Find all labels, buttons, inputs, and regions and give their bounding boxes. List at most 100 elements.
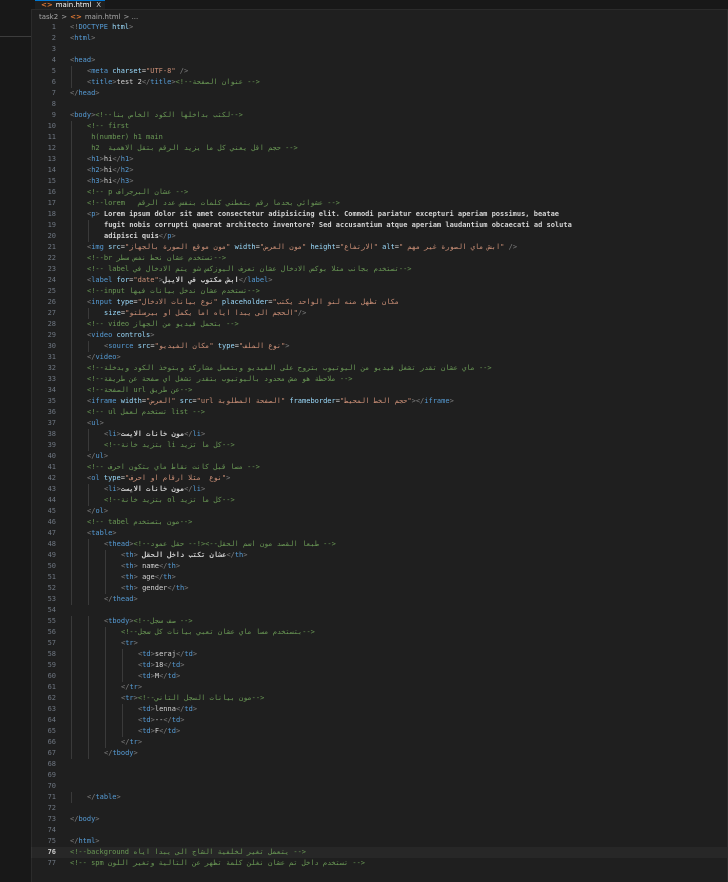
code-line[interactable]: 17 <!--lorem عشوائي بحدما رقم بتعطني كلما… <box>31 198 728 209</box>
code-line[interactable]: 68 <box>31 759 728 770</box>
code-line[interactable]: 51 <th> age</th> <box>31 572 728 583</box>
code-token: عشان تكتب داخل الحقل <box>137 551 227 559</box>
code-line[interactable]: 59 <td>18</td> <box>31 660 728 671</box>
code-line[interactable]: 18 <p> Lorem ipsum dolor sit amet consect… <box>31 209 728 220</box>
code-token: > <box>285 342 290 350</box>
code-line[interactable]: 74 <box>31 825 728 836</box>
code-line[interactable]: 10 <!-- first <box>31 121 728 132</box>
breadcrumb-file[interactable]: main.html <box>85 13 121 21</box>
line-number: 13 <box>47 155 56 163</box>
code-line[interactable]: 3 <box>31 44 728 55</box>
code-line[interactable]: 56 <!--بتستخدم مسا ماي عشان تعبي بيانات ك… <box>31 627 728 638</box>
code-token: "نوع الملف" <box>238 342 286 350</box>
tab-main-html[interactable]: <> main.html X <box>35 0 105 9</box>
code-line[interactable]: 43 <li>مون خانات الايست</li> <box>31 484 728 495</box>
code-line[interactable]: 16 <!-- p عشان البرجراف --> <box>31 187 728 198</box>
code-line[interactable]: 50 <th> name</th> <box>31 561 728 572</box>
code-line[interactable]: 48 <thead><!--طبعا القصد مون اسم الحقل-->… <box>31 539 728 550</box>
code-line[interactable]: 28 <!-- video بتحمل فيديو من الجهاز --> <box>31 319 728 330</box>
code-line[interactable]: 8 <box>31 99 728 110</box>
code-token: > <box>116 793 121 801</box>
code-line[interactable]: 63 <td>lenna</td> <box>31 704 728 715</box>
code-line[interactable]: 44 <!--بتزيد خانة ol كل ما تزيد--> <box>31 495 728 506</box>
code-line[interactable]: 47 <table> <box>31 528 728 539</box>
code-line[interactable]: 40 </ul> <box>31 451 728 462</box>
code-line[interactable]: 31 </video> <box>31 352 728 363</box>
code-text: <!-- p عشان البرجراف --> <box>87 187 188 198</box>
code-text: <!--background يتعمل تغير لخلفية الشاج ا… <box>70 847 306 858</box>
code-line[interactable]: 24 <label for="date">ابش مكتوب في الايبل<… <box>31 275 728 286</box>
code-line[interactable]: 15 <h3>hi</h3> <box>31 176 728 187</box>
code-line[interactable]: 58 <td>seraj</td> <box>31 649 728 660</box>
code-line[interactable]: 30 <source src="مكان الفيديو" type="نوع ا… <box>31 341 728 352</box>
line-number: 14 <box>47 166 56 174</box>
code-line[interactable]: 35 <iframe width="العرض" src="url الصفحة … <box>31 396 728 407</box>
code-line[interactable]: 67 </tbody> <box>31 748 728 759</box>
code-line[interactable]: 49 <th> عشان تكتب داخل الحقل</th> <box>31 550 728 561</box>
code-line[interactable]: 76 <!--background يتعمل تغير لخلفية الشاج… <box>31 847 728 858</box>
code-line[interactable]: 75 </html> <box>31 836 728 847</box>
code-line[interactable]: 38 <li>مون خانات الايست</li> <box>31 429 728 440</box>
code-token: td <box>171 661 181 669</box>
code-line[interactable]: 33 <!--ملاحظة هو مش محدود باليوتيوب بتقدر… <box>31 374 728 385</box>
line-number: 63 <box>47 705 56 713</box>
code-line[interactable]: 71 </table> <box>31 792 728 803</box>
code-line[interactable]: 11 h(number) h1 main <box>31 132 728 143</box>
code-line[interactable]: 54 <box>31 605 728 616</box>
code-line[interactable]: 14 <h2>hi</h2> <box>31 165 728 176</box>
code-line[interactable]: 61 </tr> <box>31 682 728 693</box>
code-line[interactable]: 34 <!--الصفحة url عن طريق--> <box>31 385 728 396</box>
code-token: type <box>103 474 121 482</box>
code-line[interactable]: 23 <!-- label تستخدم بجانب مثلا بوكس الاد… <box>31 264 728 275</box>
code-line[interactable]: 27 size="الحجم الى يبدا اياه اما يكمل او … <box>31 308 728 319</box>
code-line[interactable]: 20 adipisci quis</p> <box>31 231 728 242</box>
code-line[interactable]: 77 <!-- spm تستخدم داخل تم عشان نغلن كلمة… <box>31 858 728 869</box>
code-line[interactable]: 53 </thead> <box>31 594 728 605</box>
code-line[interactable]: 72 <box>31 803 728 814</box>
code-line[interactable]: 64 <td>--</td> <box>31 715 728 726</box>
code-line[interactable]: 70 <box>31 781 728 792</box>
code-text: </video> <box>87 352 121 363</box>
code-line[interactable]: 37 <ul> <box>31 418 728 429</box>
code-line[interactable]: 46 <!-- tabel مون بتستخدم--> <box>31 517 728 528</box>
code-line[interactable]: 62 <tr><!--مون بيانات السجل التاني--> <box>31 693 728 704</box>
code-line[interactable]: 73 </body> <box>31 814 728 825</box>
close-icon[interactable]: X <box>96 1 101 9</box>
code-text: <title>test 2</title><!--عنوان الصفحة --… <box>87 77 260 88</box>
code-line[interactable]: 6 <title>test 2</title><!--عنوان الصفحة -… <box>31 77 728 88</box>
code-line[interactable]: 4 <head> <box>31 55 728 66</box>
code-line[interactable]: 65 <td>F</td> <box>31 726 728 737</box>
code-line[interactable]: 5 <meta charset="UTF-8" /> <box>31 66 728 77</box>
code-token: type <box>116 298 134 306</box>
code-editor[interactable]: 1 <!DOCTYPE html> 2 <html> 3 4 <head> 5 <meta ch… <box>31 22 728 882</box>
code-line[interactable]: 36 <!-- ul تستخدم لعمل list --> <box>31 407 728 418</box>
code-line[interactable]: 55 <tbody><!--صف سجل --> <box>31 616 728 627</box>
indent-guide <box>122 704 123 715</box>
breadcrumb-folder[interactable]: task2 <box>39 13 58 21</box>
code-line[interactable]: 41 <!-- مسا قبل كانت نقاط ماي بتكون احرف … <box>31 462 728 473</box>
code-line[interactable]: 32 <!--ماي عشان تقدر تشغل فيديو من اليوتي… <box>31 363 728 374</box>
code-line[interactable]: 26 <input type="نوع بيانات الادخال" place… <box>31 297 728 308</box>
code-line[interactable]: 52 <th> gender</th> <box>31 583 728 594</box>
code-line[interactable]: 42 <ol type="نوع مثلا ارقام او احرف"> <box>31 473 728 484</box>
code-line[interactable]: 1 <!DOCTYPE html> <box>31 22 728 33</box>
code-line[interactable]: 2 <html> <box>31 33 728 44</box>
code-line[interactable]: 21 <img src="مون موقع الصورة بالجهاز" wid… <box>31 242 728 253</box>
code-line[interactable]: 57 <tr> <box>31 638 728 649</box>
code-line[interactable]: 9 <body><!--لكتب بداخلها الكود الخاص بنا-… <box>31 110 728 121</box>
code-line[interactable]: 39 <!--بتزيد خانة li كل ما تزيد--> <box>31 440 728 451</box>
code-token: head <box>78 89 96 97</box>
breadcrumb-symbols[interactable]: > ... <box>123 13 138 21</box>
code-line[interactable]: 29 <video controls> <box>31 330 728 341</box>
code-token: input <box>91 298 113 306</box>
code-line[interactable]: 7 </head> <box>31 88 728 99</box>
code-line[interactable]: 45 </ol> <box>31 506 728 517</box>
code-line[interactable]: 60 <td>M</td> <box>31 671 728 682</box>
code-line[interactable]: 13 <h1>hi</h1> <box>31 154 728 165</box>
code-line[interactable]: 12 h2 حجم اقل يعني كل ما يزيد الرقم بتقل… <box>31 143 728 154</box>
code-line[interactable]: 25 <!--input تستخدم عشان ندخل بيانات فيها… <box>31 286 728 297</box>
code-line[interactable]: 66 </tr> <box>31 737 728 748</box>
code-line[interactable]: 22 <!--br تستخدم عشان نحط نفس سطر--> <box>31 253 728 264</box>
code-line[interactable]: 19 fugit nobis corrupti quaerat architect… <box>31 220 728 231</box>
code-line[interactable]: 69 <box>31 770 728 781</box>
